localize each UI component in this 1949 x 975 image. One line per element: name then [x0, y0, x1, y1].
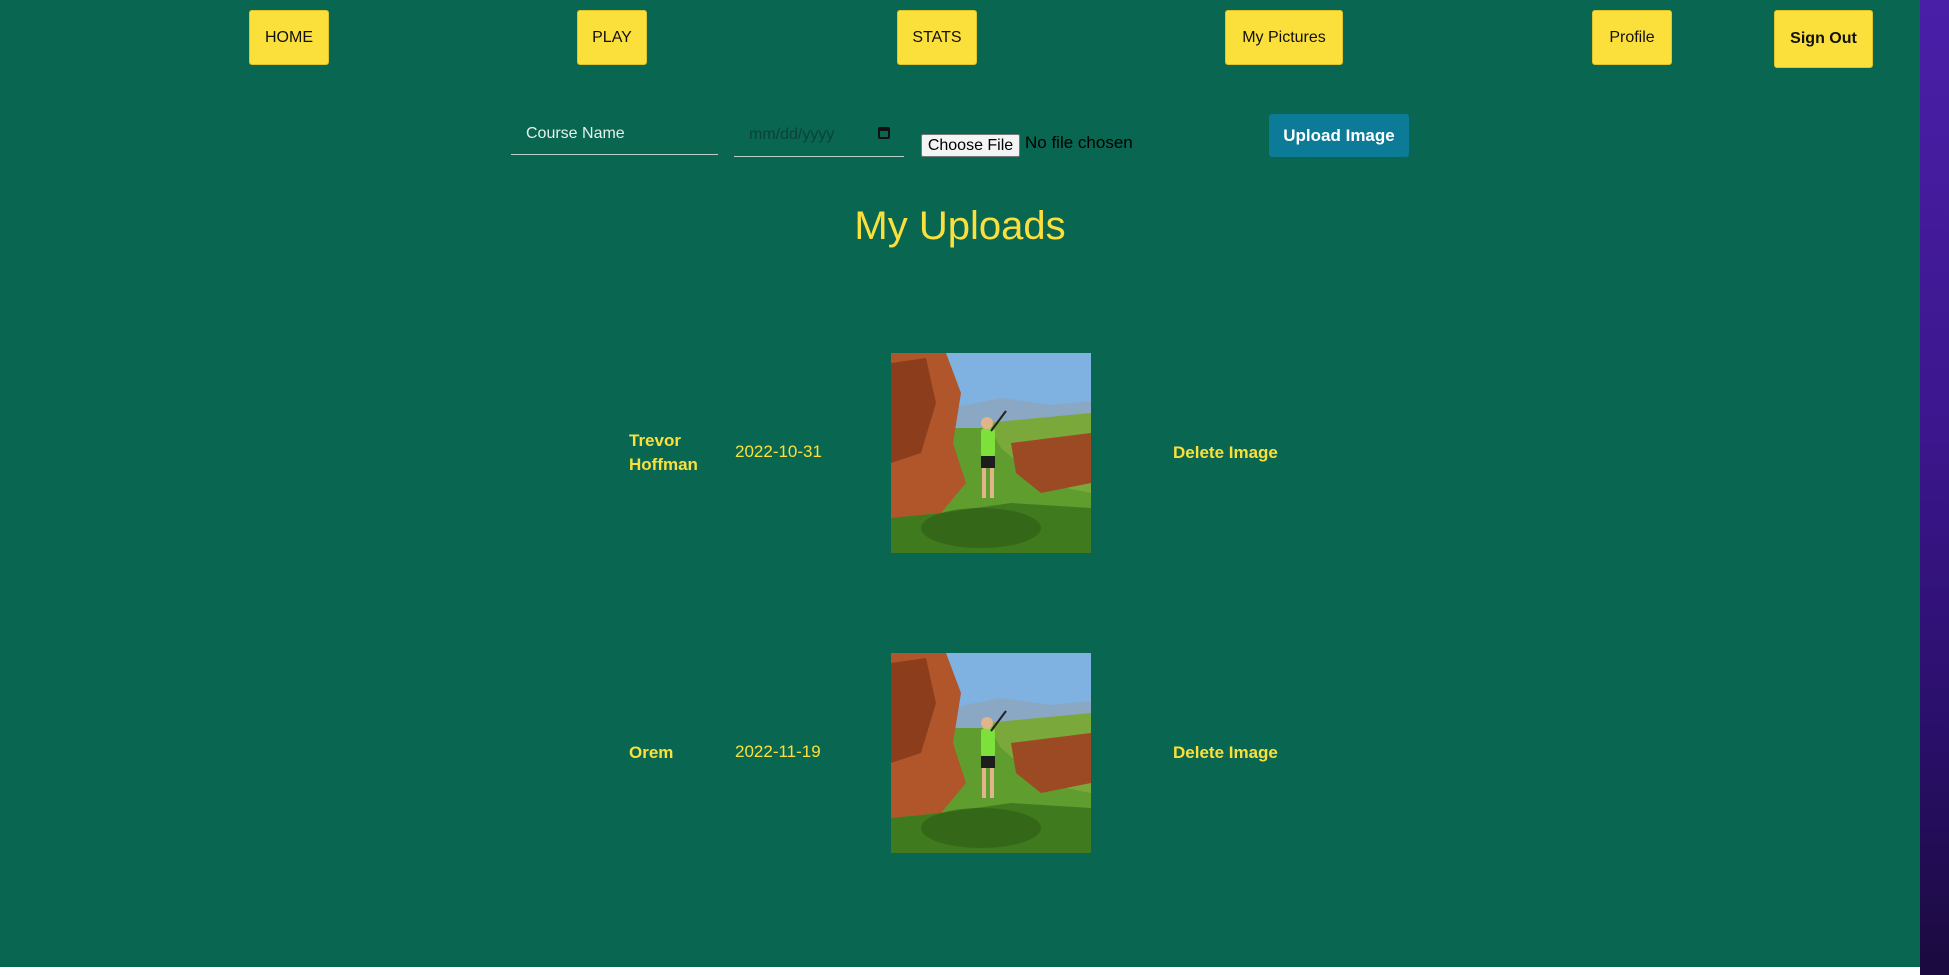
- calendar-icon[interactable]: [878, 127, 890, 139]
- upload-thumbnail: [891, 653, 1091, 853]
- nav-stats-button[interactable]: STATS: [897, 10, 977, 65]
- choose-file-button[interactable]: Choose File: [921, 134, 1020, 157]
- app-root: HOME PLAY STATS My Pictures Profile Sign…: [0, 0, 1920, 967]
- delete-image-button[interactable]: Delete Image: [1173, 443, 1278, 463]
- adjacent-window-edge: [1920, 0, 1949, 975]
- upload-date: 2022-11-19: [735, 742, 821, 761]
- course-name-input[interactable]: Course Name: [511, 113, 718, 155]
- date-placeholder: mm/dd/yyyy: [749, 125, 835, 143]
- delete-image-button[interactable]: Delete Image: [1173, 743, 1278, 763]
- file-status-text: No file chosen: [1025, 133, 1133, 152]
- page-title: My Uploads: [854, 204, 1066, 248]
- nav-home-button[interactable]: HOME: [249, 10, 329, 65]
- upload-thumbnail: [891, 353, 1091, 553]
- sign-out-button[interactable]: Sign Out: [1774, 10, 1873, 68]
- upload-image-button[interactable]: Upload Image: [1269, 114, 1409, 157]
- nav-play-button[interactable]: PLAY: [577, 10, 647, 65]
- date-input[interactable]: mm/dd/yyyy: [734, 113, 904, 157]
- upload-date: 2022-10-31: [735, 442, 822, 461]
- upload-course-name: Orem: [629, 743, 674, 762]
- upload-course-name: Trevor Hoffman: [629, 431, 698, 474]
- course-name-placeholder: Course Name: [526, 124, 625, 142]
- nav-profile-button[interactable]: Profile: [1592, 10, 1672, 65]
- nav-my-pictures-button[interactable]: My Pictures: [1225, 10, 1343, 65]
